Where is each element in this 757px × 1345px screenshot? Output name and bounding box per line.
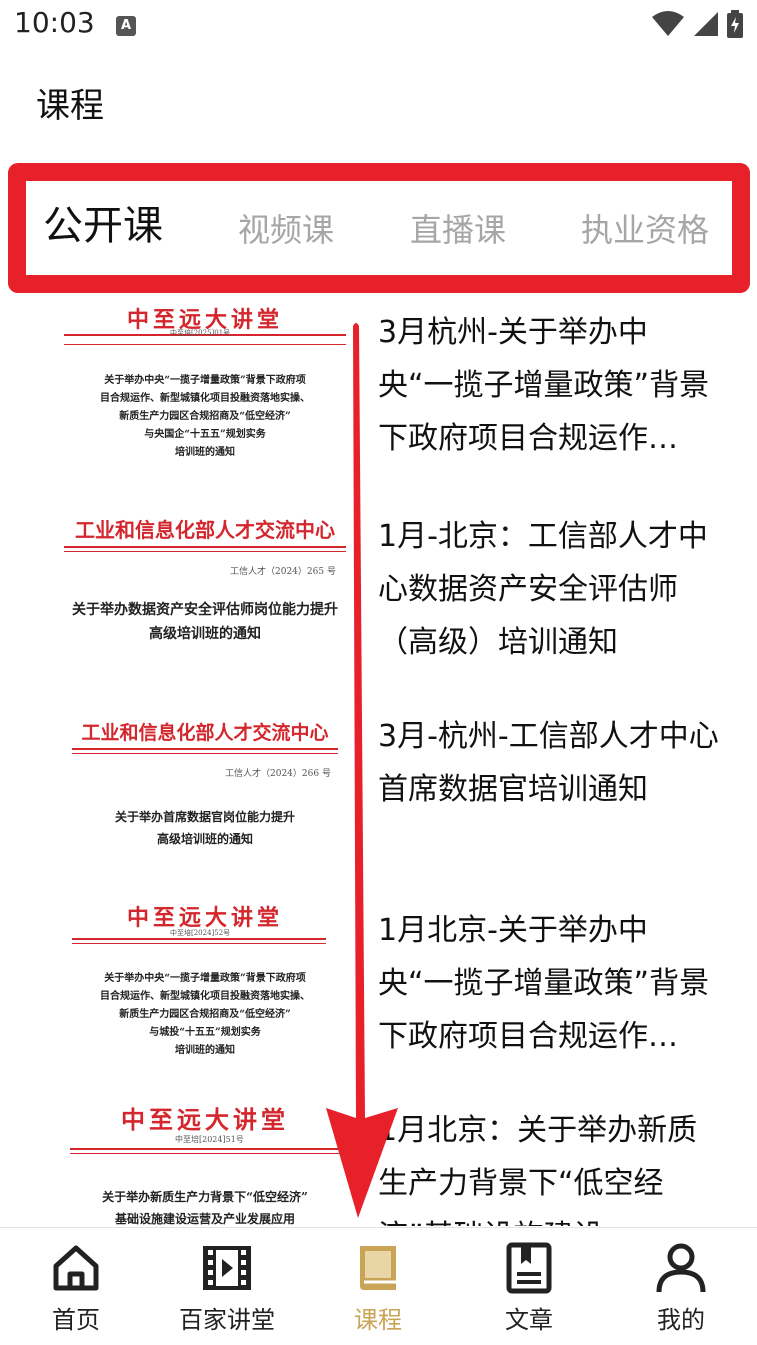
thumb-rule [64, 344, 346, 345]
notification-a-icon: A [116, 16, 136, 36]
course-title[interactable]: 1月-北京：工信部人才中心数据资产安全评估师（高级）培训通知 [378, 510, 723, 669]
nav-label: 课程 [354, 1306, 402, 1334]
nav-label: 首页 [52, 1306, 100, 1334]
course-title[interactable]: 3月-杭州-工信部人才中心首席数据官培训通知 [378, 710, 723, 816]
wifi-icon [652, 11, 684, 36]
tabs-highlight-frame: 公开课 视频课 直播课 执业资格 [8, 163, 750, 293]
status-bar: 10:03 A [0, 0, 757, 52]
thumb-org-name: 工业和信息化部人才交流中心 [81, 722, 329, 744]
thumb-doc-number: 中至培[2025]01号 [170, 329, 231, 337]
thumb-text: 关于举办首席数据官岗位能力提升 高级培训班的通知 [114, 810, 295, 846]
nav-label: 百家讲堂 [179, 1306, 275, 1334]
course-title[interactable]: 1月北京-关于举办中央“一揽子增量政策”背景下政府项目合规运作… [378, 904, 723, 1063]
nav-label: 我的 [657, 1306, 705, 1334]
tab-open-course[interactable]: 公开课 [43, 193, 163, 251]
page-title: 课程 [36, 86, 104, 126]
tab-video-course[interactable]: 视频课 [238, 205, 334, 251]
bottom-navigation: 首页 百家讲堂 课程 文章 我的 [0, 1227, 757, 1345]
thumb-rule [64, 546, 346, 548]
nav-item-home[interactable]: 首页 [6, 1228, 146, 1345]
tab-live-course[interactable]: 直播课 [410, 205, 506, 251]
tab-qualification[interactable]: 执业资格 [581, 205, 709, 251]
course-item[interactable]: 工业和信息化部人才交流中心 工信人才（2024）265 号 关于举办数据资产安全… [0, 506, 757, 706]
thumb-doc-number: 工信人才（2024）266 号 [225, 769, 331, 779]
nav-item-profile[interactable]: 我的 [611, 1228, 751, 1345]
nav-item-articles[interactable]: 文章 [459, 1228, 599, 1345]
course-item[interactable]: 工业和信息化部人才交流中心 工信人才（2024）266 号 关于举办首席数据官岗… [0, 706, 757, 906]
thumb-rule [70, 1148, 340, 1150]
nav-label: 文章 [505, 1306, 553, 1334]
course-item[interactable]: 中至远大讲堂 中至培[2024]52号 关于举办中央“一揽子增量政策”背景下政府… [0, 900, 757, 1100]
course-thumbnail: 工业和信息化部人才交流中心 工信人才（2024）265 号 关于举办数据资产安全… [60, 506, 350, 676]
book-icon [360, 1246, 396, 1290]
cellular-signal-icon [694, 12, 718, 36]
course-title[interactable]: 1月北京：关于举办新质生产力背景下“低空经济”基础设施建设 [378, 1104, 723, 1226]
thumb-rule [72, 748, 338, 750]
thumb-doc-number: 工信人才（2024）265 号 [230, 567, 336, 577]
thumb-text: 关于举办数据资产安全评估师岗位能力提升 高级培训班的通知 [72, 602, 338, 642]
status-icons [651, 10, 743, 38]
course-tabs: 公开课 视频课 直播课 执业资格 [26, 181, 732, 275]
course-item[interactable]: 中至远大讲堂 中至培[2025]01号 关于举办中央“一揽子增量政策”背景下政府… [0, 302, 757, 502]
film-icon [203, 1246, 251, 1290]
thumb-rule [70, 1153, 340, 1154]
nav-item-lecture-hall[interactable]: 百家讲堂 [157, 1228, 297, 1345]
course-thumbnail: 中至远大讲堂 中至培[2025]01号 关于举办中央“一揽子增量政策”背景下政府… [60, 302, 350, 472]
thumb-text: 关于举办中央“一揽子增量政策”背景下政府项 目合规运作、新型城镇化项目投融资落地… [100, 375, 310, 458]
person-icon [656, 1243, 706, 1293]
course-title[interactable]: 3月杭州-关于举办中央“一揽子增量政策”背景下政府项目合规运作… [378, 306, 723, 465]
home-icon [53, 1245, 99, 1291]
thumb-org-name: 工业和信息化部人才交流中心 [75, 518, 335, 542]
thumb-doc-number: 中至培[2024]52号 [170, 929, 231, 937]
thumb-rule [72, 753, 338, 754]
thumb-text: 关于举办中央“一揽子增量政策”背景下政府项 目合规运作、新型城镇化项目投融资落地… [100, 973, 310, 1056]
course-list[interactable]: 中至远大讲堂 中至培[2025]01号 关于举办中央“一揽子增量政策”背景下政府… [0, 296, 757, 1226]
nav-item-courses[interactable]: 课程 [308, 1228, 448, 1345]
course-thumbnail: 中至远大讲堂 中至培[2024]51号 关于举办新质生产力背景下“低空经济” 基… [60, 1100, 350, 1226]
thumb-doc-number: 中至培[2024]51号 [175, 1135, 244, 1144]
thumb-org-name: 中至远大讲堂 [121, 1105, 289, 1134]
course-thumbnail: 工业和信息化部人才交流中心 工信人才（2024）266 号 关于举办首席数据官岗… [60, 706, 350, 876]
course-item[interactable]: 中至远大讲堂 中至培[2024]51号 关于举办新质生产力背景下“低空经济” 基… [0, 1100, 757, 1226]
status-time: 10:03 [14, 6, 95, 39]
course-thumbnail: 中至远大讲堂 中至培[2024]52号 关于举办中央“一揽子增量政策”背景下政府… [60, 900, 350, 1070]
thumb-rule [72, 943, 326, 944]
article-icon [506, 1242, 552, 1294]
thumb-rule [64, 551, 346, 552]
thumb-rule [72, 938, 326, 940]
battery-charging-icon [727, 10, 743, 38]
thumb-text: 关于举办新质生产力背景下“低空经济” 基础设施建设运营及产业发展应用 [102, 1190, 308, 1226]
